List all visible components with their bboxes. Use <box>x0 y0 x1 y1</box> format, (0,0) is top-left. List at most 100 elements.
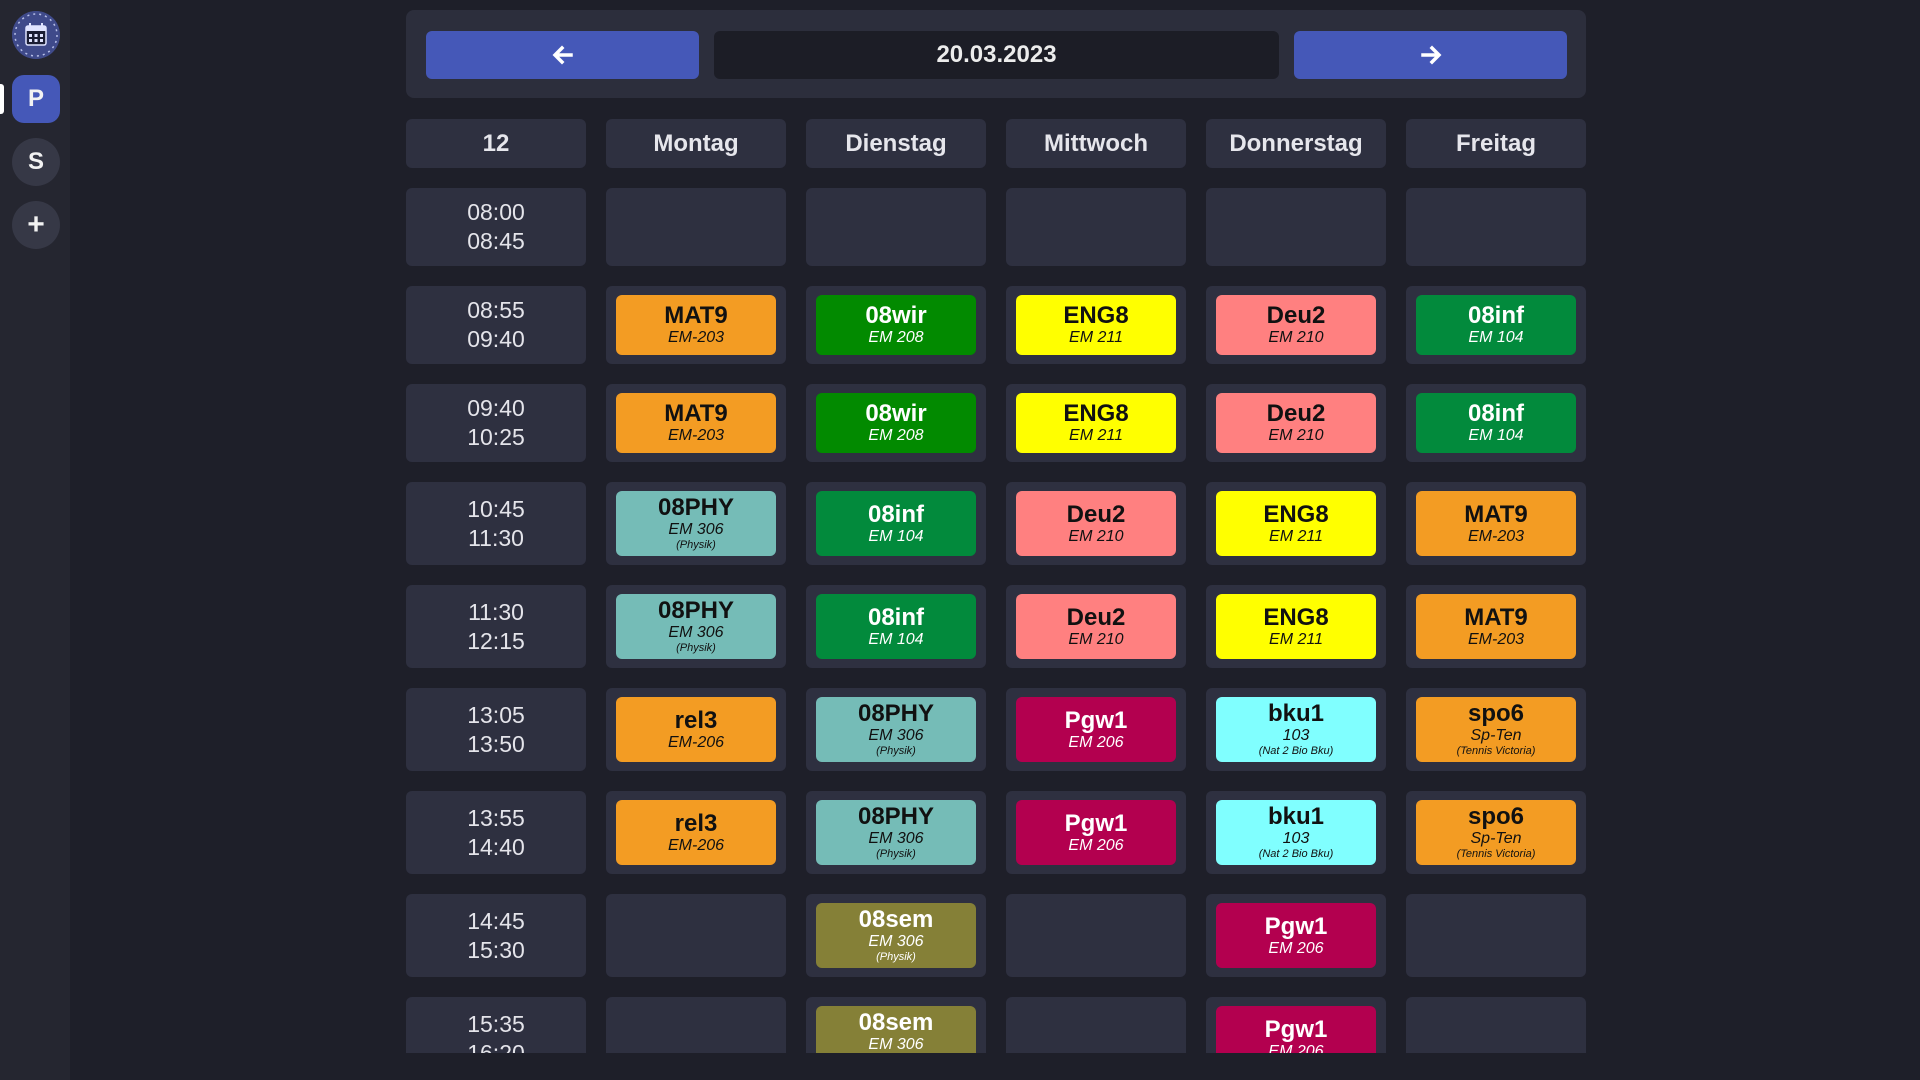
lesson-room: EM 104 <box>1468 329 1524 346</box>
timetable-slot: ENG8 EM 211 <box>1206 482 1386 565</box>
timetable-slot[interactable] <box>1406 188 1586 266</box>
timetable-slot: 08inf EM 104 <box>1406 384 1586 462</box>
lesson-card[interactable]: rel3 EM-206 <box>616 697 776 762</box>
lesson-card[interactable]: MAT9 EM-203 <box>616 393 776 453</box>
lesson-card[interactable]: ENG8 EM 211 <box>1016 393 1176 453</box>
lesson-card[interactable]: 08inf EM 104 <box>1416 295 1576 355</box>
app-logo-calendar-icon[interactable] <box>12 11 60 59</box>
lesson-note: (Tennis Victoria) <box>1456 848 1536 860</box>
lesson-note: (Physik) <box>676 642 716 654</box>
day-header: Mittwoch <box>1006 119 1186 168</box>
lesson-room: EM 306 <box>868 933 924 950</box>
timetable-slot: Deu2 EM 210 <box>1006 482 1186 565</box>
lesson-note: (Physik) <box>876 951 916 963</box>
arrow-right-icon <box>1420 45 1441 65</box>
lesson-card[interactable]: Pgw1 EM 206 <box>1016 800 1176 865</box>
timetable-slot: Pgw1 EM 206 <box>1006 791 1186 874</box>
time-slot: 10:45 11:30 <box>406 482 586 565</box>
sidebar: P S + <box>0 0 70 1080</box>
lesson-card[interactable]: MAT9 EM-203 <box>1416 491 1576 556</box>
lesson-card[interactable]: spo6 Sp-Ten (Tennis Victoria) <box>1416 697 1576 762</box>
current-date[interactable]: 20.03.2023 <box>714 31 1279 79</box>
lesson-room: EM-203 <box>667 329 725 346</box>
lesson-card[interactable]: ENG8 EM 211 <box>1216 594 1376 659</box>
add-button[interactable]: + <box>12 201 60 249</box>
lesson-card[interactable]: Deu2 EM 210 <box>1216 393 1376 453</box>
timetable-slot[interactable] <box>1006 188 1186 266</box>
lesson-card[interactable]: ENG8 EM 211 <box>1016 295 1176 355</box>
lesson-card[interactable]: Pgw1 EM 206 <box>1016 697 1176 762</box>
lesson-card[interactable]: 08wir EM 208 <box>816 295 976 355</box>
lesson-room: EM 206 <box>1068 733 1124 751</box>
sidebar-item-s[interactable]: S <box>12 138 60 186</box>
previous-week-button[interactable] <box>426 31 699 79</box>
timetable-slot: Deu2 EM 210 <box>1206 286 1386 364</box>
lesson-card[interactable]: bku1 103 (Nat 2 Bio Bku) <box>1216 800 1376 865</box>
lesson-room: 103 <box>1282 727 1310 744</box>
lesson-note: (Nat 2 Bio Bku) <box>1258 848 1334 860</box>
lesson-card[interactable]: Deu2 EM 210 <box>1016 594 1176 659</box>
lesson-card[interactable]: 08PHY EM 306 (Physik) <box>816 697 976 762</box>
lesson-card[interactable]: 08semEM 306(Physik) <box>816 1006 976 1053</box>
lesson-subject: 08sem <box>858 906 934 933</box>
lesson-card[interactable]: ENG8 EM 211 <box>1216 491 1376 556</box>
lesson-card[interactable]: 08PHY EM 306 (Physik) <box>616 594 776 659</box>
time-end: 16:20 <box>467 1039 525 1054</box>
lesson-note: (Physik) <box>876 848 916 860</box>
lesson-room: EM 208 <box>868 427 924 444</box>
lesson-room: EM 306 <box>868 727 924 744</box>
lesson-room: EM 206 <box>1268 939 1324 957</box>
time-start: 10:45 <box>467 495 525 522</box>
next-week-button[interactable] <box>1294 31 1567 79</box>
time-end: 12:15 <box>467 627 525 654</box>
lesson-room: EM 208 <box>868 329 924 346</box>
time-slot: 13:05 13:50 <box>406 688 586 771</box>
time-end: 13:50 <box>467 730 525 757</box>
lesson-card[interactable]: rel3 EM-206 <box>616 800 776 865</box>
active-indicator <box>0 84 4 114</box>
lesson-card[interactable]: MAT9 EM-203 <box>1416 594 1576 659</box>
timetable-slot[interactable] <box>1206 188 1386 266</box>
lesson-card[interactable]: MAT9 EM-203 <box>616 295 776 355</box>
lesson-subject: Deu2 <box>1066 500 1126 528</box>
lesson-card[interactable]: Deu2 EM 210 <box>1216 295 1376 355</box>
lesson-subject: 08inf <box>1467 302 1524 329</box>
date-navigation: 20.03.2023 <box>406 10 1586 98</box>
timetable-slot[interactable] <box>1406 894 1586 977</box>
time-slot: 13:55 14:40 <box>406 791 586 874</box>
timetable-slot: ENG8 EM 211 <box>1206 585 1386 668</box>
lesson-card[interactable]: Deu2 EM 210 <box>1016 491 1176 556</box>
lesson-subject: MAT9 <box>664 302 728 329</box>
time-slot: 08:55 09:40 <box>406 286 586 364</box>
lesson-card[interactable]: 08inf EM 104 <box>816 594 976 659</box>
timetable-slot: 08wir EM 208 <box>806 384 986 462</box>
timetable-slot[interactable] <box>1006 894 1186 977</box>
lesson-subject: 08PHY <box>857 700 935 727</box>
lesson-subject: Pgw1 <box>1264 1015 1328 1043</box>
lesson-card[interactable]: 08wir EM 208 <box>816 393 976 453</box>
lesson-card[interactable]: bku1 103 (Nat 2 Bio Bku) <box>1216 697 1376 762</box>
timetable-slot: MAT9 EM-203 <box>606 286 786 364</box>
timetable-slot[interactable] <box>1006 997 1186 1053</box>
lesson-card[interactable]: spo6 Sp-Ten (Tennis Victoria) <box>1416 800 1576 865</box>
lesson-card[interactable]: 08inf EM 104 <box>1416 393 1576 453</box>
lesson-subject: spo6 <box>1467 803 1524 830</box>
sidebar-item-p[interactable]: P <box>12 75 60 123</box>
lesson-card[interactable]: 08semEM 306(Physik) <box>816 903 976 968</box>
lesson-room: EM-206 <box>667 733 725 751</box>
timetable-slot[interactable] <box>806 188 986 266</box>
lesson-card[interactable]: 08inf EM 104 <box>816 491 976 556</box>
lesson-card[interactable]: Pgw1 EM 206 <box>1216 903 1376 968</box>
time-slot: 14:45 15:30 <box>406 894 586 977</box>
day-header: Montag <box>606 119 786 168</box>
timetable-slot[interactable] <box>606 894 786 977</box>
lesson-card[interactable]: Pgw1 EM 206 <box>1216 1006 1376 1053</box>
lesson-subject: rel3 <box>674 809 718 837</box>
lesson-card[interactable]: 08PHY EM 306 (Physik) <box>616 491 776 556</box>
timetable-slot[interactable] <box>606 188 786 266</box>
time-end: 15:30 <box>467 936 525 963</box>
lesson-card[interactable]: 08PHY EM 306 (Physik) <box>816 800 976 865</box>
timetable-slot: spo6 Sp-Ten (Tennis Victoria) <box>1406 688 1586 771</box>
timetable-slot[interactable] <box>1406 997 1586 1053</box>
timetable-slot[interactable] <box>606 997 786 1053</box>
